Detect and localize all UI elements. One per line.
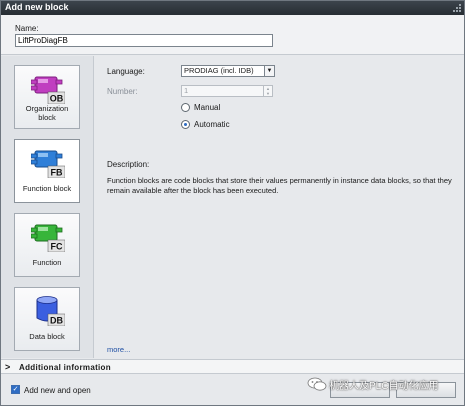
description-text: Function blocks are code blocks that sto…: [107, 176, 452, 195]
dialog-titlebar[interactable]: Add new block: [1, 1, 464, 15]
number-label: Number:: [107, 87, 138, 96]
watermark: 机器人及PLC自动化应用: [307, 376, 463, 392]
add-new-block-dialog: Add new block Name: OB Organizationblock: [0, 0, 465, 406]
language-value: PRODIAG (incl. IDB): [184, 66, 254, 75]
data-block-icon: DB: [36, 296, 65, 326]
name-section: Name:: [1, 15, 464, 55]
block-settings-panel: Language: PRODIAG (incl. IDB) ▼ Number: …: [95, 56, 464, 358]
watermark-text: 机器人及PLC自动化应用: [329, 381, 439, 392]
organization-block-label: Organization block: [25, 104, 69, 122]
add-new-and-open-label[interactable]: Add new and open: [24, 386, 91, 395]
automatic-radio-label[interactable]: Automatic: [194, 120, 230, 129]
chevron-right-icon[interactable]: >: [5, 362, 10, 372]
function-label: Function: [32, 258, 62, 267]
ob-badge: OB: [50, 94, 64, 104]
add-new-and-open-checkbox[interactable]: ✓: [11, 385, 20, 394]
block-type-list: OB Organizationblock FB Function block: [1, 56, 94, 358]
function-block-icon: FB: [31, 150, 65, 178]
function-block-label: Function block: [22, 184, 72, 193]
organization-block-button[interactable]: OB Organization block: [14, 65, 80, 129]
data-block-button[interactable]: DB Data block: [14, 287, 80, 351]
function-button[interactable]: FC Function: [14, 213, 80, 277]
organization-block-icon: OB: [31, 76, 65, 104]
additional-information-bar[interactable]: > Additional information: [1, 359, 464, 374]
function-block-button[interactable]: FB Function block: [14, 139, 80, 203]
manual-radio-label[interactable]: Manual: [194, 103, 220, 112]
function-icon: FC: [31, 224, 65, 252]
language-select[interactable]: PRODIAG (incl. IDB) ▼: [181, 65, 275, 77]
fb-badge: FB: [51, 168, 63, 178]
db-badge: DB: [50, 316, 63, 326]
name-label: Name:: [15, 24, 39, 33]
number-spinner: 1 ▲ ▼: [181, 85, 273, 97]
manual-radio[interactable]: [181, 103, 190, 112]
block-name-input[interactable]: [15, 34, 273, 47]
spinner-arrows-icon: ▲ ▼: [263, 86, 272, 96]
automatic-radio[interactable]: [181, 120, 190, 129]
number-value: 1: [184, 86, 189, 95]
chevron-down-icon[interactable]: ▼: [264, 66, 274, 76]
description-title: Description:: [107, 160, 150, 169]
dialog-title: Add new block: [5, 2, 69, 12]
fc-badge: FC: [51, 242, 63, 252]
data-block-label: Data block: [29, 332, 65, 341]
resize-grip-icon[interactable]: [453, 4, 461, 12]
more-link[interactable]: more...: [107, 345, 130, 354]
wechat-icon: [307, 377, 327, 391]
language-label: Language:: [107, 67, 145, 76]
additional-information-label: Additional information: [19, 363, 111, 372]
